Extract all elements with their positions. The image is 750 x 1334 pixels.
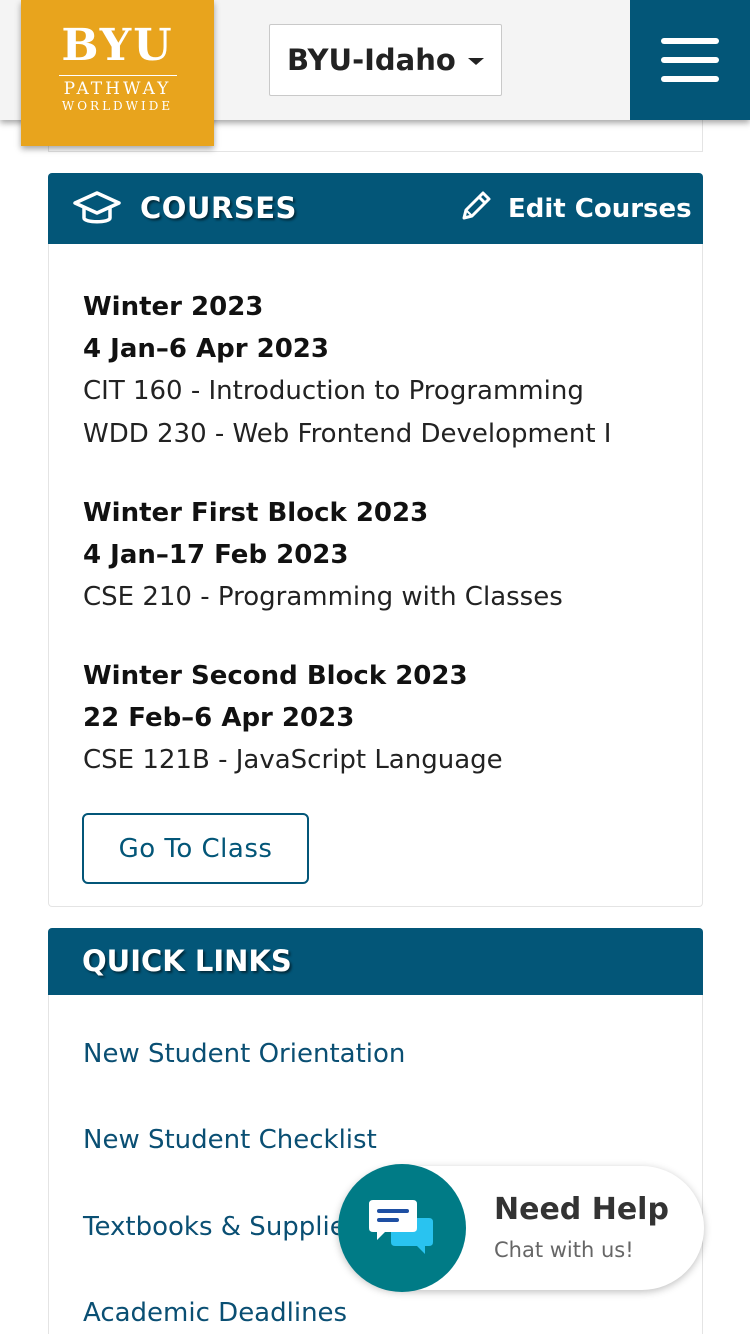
go-to-class-button[interactable]: Go To Class xyxy=(82,813,309,884)
hamburger-menu-icon xyxy=(661,38,719,44)
course-item: CIT 160 - Introduction to Programming xyxy=(83,376,584,406)
chat-launcher-button[interactable] xyxy=(338,1164,466,1292)
quick-links-title: QUICK LINKS xyxy=(82,944,292,978)
quick-links-card-header: QUICK LINKS xyxy=(48,928,703,995)
quick-link-new-student-orientation[interactable]: New Student Orientation xyxy=(83,1039,405,1069)
logo-divider xyxy=(58,75,177,76)
graduation-cap-icon xyxy=(72,187,122,235)
courses-card-header: COURSES Edit Courses xyxy=(48,173,703,244)
course-item: CSE 121B - JavaScript Language xyxy=(83,745,503,775)
term-name: Winter 2023 xyxy=(83,292,264,322)
term-dates: 4 Jan–6 Apr 2023 xyxy=(83,334,329,364)
term-block: Winter First Block 2023 4 Jan–17 Feb 202… xyxy=(83,492,563,619)
logo-text-worldwide: WORLDWIDE xyxy=(61,99,174,113)
courses-title: COURSES xyxy=(140,191,297,225)
quick-link-new-student-checklist[interactable]: New Student Checklist xyxy=(83,1125,377,1155)
quick-link-academic-deadlines[interactable]: Academic Deadlines xyxy=(83,1298,347,1328)
chat-title: Need Help xyxy=(494,1192,669,1227)
term-name: Winter Second Block 2023 xyxy=(83,661,468,691)
edit-courses-label: Edit Courses xyxy=(508,194,692,224)
course-item: WDD 230 - Web Frontend Development I xyxy=(83,419,612,449)
chat-bubbles-icon xyxy=(367,1196,437,1260)
edit-courses-link[interactable]: Edit Courses xyxy=(458,187,692,231)
hamburger-menu-button[interactable] xyxy=(630,0,750,120)
pencil-icon xyxy=(458,188,494,231)
byu-pathway-logo[interactable]: BYU PATHWAY WORLDWIDE xyxy=(21,0,214,146)
term-dates: 4 Jan–17 Feb 2023 xyxy=(83,540,349,570)
term-dates: 22 Feb–6 Apr 2023 xyxy=(83,703,355,733)
chat-help-widget[interactable]: Need Help Chat with us! xyxy=(338,1164,704,1292)
campus-select-value: BYU-Idaho xyxy=(287,43,456,77)
term-block: Winter Second Block 2023 22 Feb–6 Apr 20… xyxy=(83,655,503,782)
caret-down-icon xyxy=(468,58,484,65)
chat-subtitle: Chat with us! xyxy=(494,1238,634,1262)
logo-text-byu: BYU xyxy=(61,20,174,71)
course-item: CSE 210 - Programming with Classes xyxy=(83,582,563,612)
hamburger-menu-icon xyxy=(661,76,719,82)
campus-select[interactable]: BYU-Idaho xyxy=(269,24,502,96)
quick-link-textbooks-supplies[interactable]: Textbooks & Supplies xyxy=(83,1212,359,1242)
logo-text-pathway: PATHWAY xyxy=(63,79,172,99)
term-name: Winter First Block 2023 xyxy=(83,498,429,528)
hamburger-menu-icon xyxy=(661,57,719,63)
term-block: Winter 2023 4 Jan–6 Apr 2023 CIT 160 - I… xyxy=(83,286,611,456)
courses-card-body: Winter 2023 4 Jan–6 Apr 2023 CIT 160 - I… xyxy=(48,244,703,907)
